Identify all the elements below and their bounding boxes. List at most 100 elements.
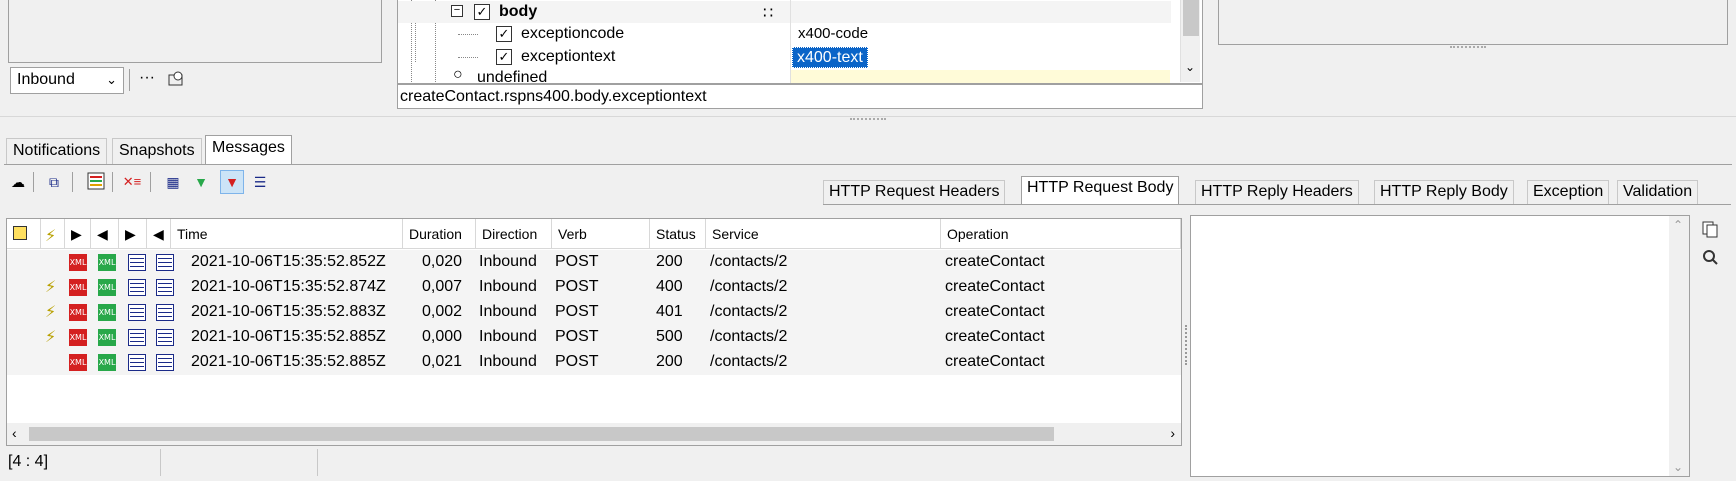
tab-http-request-body[interactable]: HTTP Request Body bbox=[1021, 176, 1180, 205]
cell-verb: POST bbox=[555, 278, 599, 295]
cloud-sync-icon[interactable]: ☁ bbox=[8, 172, 28, 192]
xml-request-icon[interactable]: XML bbox=[69, 279, 87, 296]
cell-service: /contacts/2 bbox=[710, 303, 788, 320]
search-icon[interactable] bbox=[1700, 248, 1720, 268]
xml-request-icon[interactable]: XML bbox=[69, 254, 87, 271]
column-divider bbox=[790, 0, 791, 83]
cell-duration: 0,002 bbox=[422, 303, 463, 320]
checkbox-checked-icon[interactable]: ✓ bbox=[496, 49, 512, 65]
header-service[interactable]: Service bbox=[706, 219, 941, 249]
tab-http-reply-body[interactable]: HTTP Reply Body bbox=[1374, 180, 1514, 205]
direction-select[interactable]: Inbound ⌄ bbox=[10, 67, 124, 94]
xml-reply-icon[interactable]: XML bbox=[98, 304, 116, 321]
grid-hscrollbar[interactable]: ‹ › bbox=[7, 423, 1181, 445]
table-view-icon[interactable] bbox=[128, 279, 146, 296]
scroll-thumb[interactable] bbox=[29, 427, 1054, 441]
copy-icon[interactable] bbox=[1700, 220, 1720, 240]
cell-verb: POST bbox=[555, 303, 599, 320]
play-right-icon: ▶ bbox=[125, 226, 136, 242]
tree-scrollbar[interactable]: ⌄ bbox=[1180, 0, 1200, 82]
tab-http-reply-headers[interactable]: HTTP Reply Headers bbox=[1195, 180, 1359, 205]
top-right-panel bbox=[1218, 0, 1728, 45]
top-left-panel bbox=[8, 0, 382, 63]
cell-duration: 0,000 bbox=[422, 328, 463, 345]
header-status[interactable]: Status bbox=[650, 219, 706, 249]
vertical-splitter-grip[interactable] bbox=[1185, 325, 1189, 365]
header-icon-col[interactable] bbox=[7, 219, 41, 249]
hierarchy-icon: ∷ bbox=[763, 5, 774, 22]
table-view-icon[interactable] bbox=[156, 304, 174, 321]
scroll-thumb[interactable] bbox=[1183, 0, 1199, 36]
cell-verb: POST bbox=[555, 353, 599, 370]
xml-request-icon[interactable]: XML bbox=[69, 304, 87, 321]
xml-reply-icon[interactable]: XML bbox=[98, 279, 116, 296]
table-row[interactable]: ⚡ XML XML 2021-10-06T15:35:52.885Z 0,000… bbox=[7, 325, 1181, 350]
xml-reply-icon[interactable]: XML bbox=[98, 254, 116, 271]
checkbox-checked-icon[interactable]: ✓ bbox=[496, 26, 512, 42]
header-duration[interactable]: Duration bbox=[403, 219, 476, 249]
header-verb[interactable]: Verb bbox=[552, 219, 650, 249]
tree-value[interactable]: x400-code bbox=[798, 25, 868, 42]
color-list-icon[interactable] bbox=[86, 172, 106, 192]
list-view-icon[interactable]: ☰ bbox=[250, 172, 270, 192]
selected-value[interactable]: x400-text bbox=[792, 47, 868, 68]
header-direction[interactable]: Direction bbox=[476, 219, 552, 249]
more-button[interactable]: ··· bbox=[139, 69, 155, 87]
table-row[interactable]: XML XML 2021-10-06T15:35:52.885Z 0,021 I… bbox=[7, 350, 1181, 375]
cell-operation: createContact bbox=[945, 353, 1045, 370]
collapse-icon[interactable]: − bbox=[451, 5, 463, 17]
table-view-icon[interactable] bbox=[156, 254, 174, 271]
scroll-right-icon[interactable]: › bbox=[1170, 425, 1175, 441]
tab-divider bbox=[823, 204, 1731, 205]
table-row[interactable]: XML XML 2021-10-06T15:35:52.852Z 0,020 I… bbox=[7, 250, 1181, 275]
scroll-lock-icon[interactable]: ▼ bbox=[220, 170, 244, 194]
table-view-icon[interactable] bbox=[156, 354, 174, 371]
header-operation[interactable]: Operation bbox=[941, 219, 1181, 249]
table-view-icon[interactable] bbox=[156, 279, 174, 296]
table-row[interactable]: ⚡ XML XML 2021-10-06T15:35:52.883Z 0,002… bbox=[7, 300, 1181, 325]
header-time[interactable]: Time bbox=[171, 219, 403, 249]
tab-notifications[interactable]: Notifications bbox=[6, 138, 108, 165]
chevron-down-icon: ⌄ bbox=[106, 72, 117, 87]
table-view-icon[interactable] bbox=[128, 329, 146, 346]
tab-exception[interactable]: Exception bbox=[1527, 180, 1610, 205]
scroll-down-icon[interactable]: ⌄ bbox=[1673, 460, 1683, 474]
cell-status: 200 bbox=[656, 353, 683, 370]
header-request-in-col[interactable]: ▶ bbox=[65, 219, 91, 249]
view-columns-icon[interactable]: ▦ bbox=[163, 172, 183, 192]
header-reply-out-col[interactable]: ◀ bbox=[147, 219, 171, 249]
delete-messages-icon[interactable]: ✕≡ bbox=[122, 172, 142, 192]
splitter-grip[interactable] bbox=[1450, 46, 1486, 48]
scroll-up-icon[interactable]: ⌃ bbox=[1673, 218, 1683, 232]
header-reply-in-col[interactable]: ▶ bbox=[119, 219, 147, 249]
table-row[interactable]: ⚡ XML XML 2021-10-06T15:35:52.874Z 0,007… bbox=[7, 275, 1181, 300]
header-error-col[interactable]: ⚡ bbox=[41, 219, 65, 249]
table-view-icon[interactable] bbox=[128, 304, 146, 321]
detail-vscrollbar[interactable]: ⌃ ⌄ bbox=[1669, 216, 1689, 476]
tree-row-undefined[interactable]: ○ undefined bbox=[398, 66, 1171, 83]
filter-icon[interactable]: ▼ bbox=[191, 172, 211, 192]
xml-reply-icon[interactable]: XML bbox=[98, 329, 116, 346]
tab-messages[interactable]: Messages bbox=[205, 135, 292, 165]
xml-request-icon[interactable]: XML bbox=[69, 329, 87, 346]
direction-select-value: Inbound bbox=[17, 71, 75, 88]
tab-snapshots[interactable]: Snapshots bbox=[112, 138, 202, 165]
copy-messages-icon[interactable]: ⧉ bbox=[44, 172, 64, 192]
checkbox-checked-icon[interactable]: ✓ bbox=[474, 4, 490, 20]
splitter-grip[interactable] bbox=[850, 118, 886, 120]
scroll-left-icon[interactable]: ‹ bbox=[12, 425, 17, 441]
table-view-icon[interactable] bbox=[156, 329, 174, 346]
table-view-icon[interactable] bbox=[128, 354, 146, 371]
xml-request-icon[interactable]: XML bbox=[69, 354, 87, 371]
tree-row-exceptiontext[interactable]: ✓ exceptiontext bbox=[398, 46, 1171, 68]
xml-reply-icon[interactable]: XML bbox=[98, 354, 116, 371]
tree-row-body[interactable]: − ✓ body ∷ bbox=[398, 1, 1171, 23]
tree-row-exceptioncode[interactable]: ✓ exceptioncode bbox=[398, 23, 1171, 45]
table-view-icon[interactable] bbox=[128, 254, 146, 271]
tab-validation[interactable]: Validation bbox=[1617, 180, 1699, 205]
header-request-out-col[interactable]: ◀ bbox=[91, 219, 119, 249]
scroll-down-icon[interactable]: ⌄ bbox=[1185, 60, 1195, 74]
tab-http-request-headers[interactable]: HTTP Request Headers bbox=[823, 180, 1006, 205]
open-settings-icon[interactable] bbox=[166, 69, 186, 89]
status-position: [4 : 4] bbox=[4, 449, 161, 476]
